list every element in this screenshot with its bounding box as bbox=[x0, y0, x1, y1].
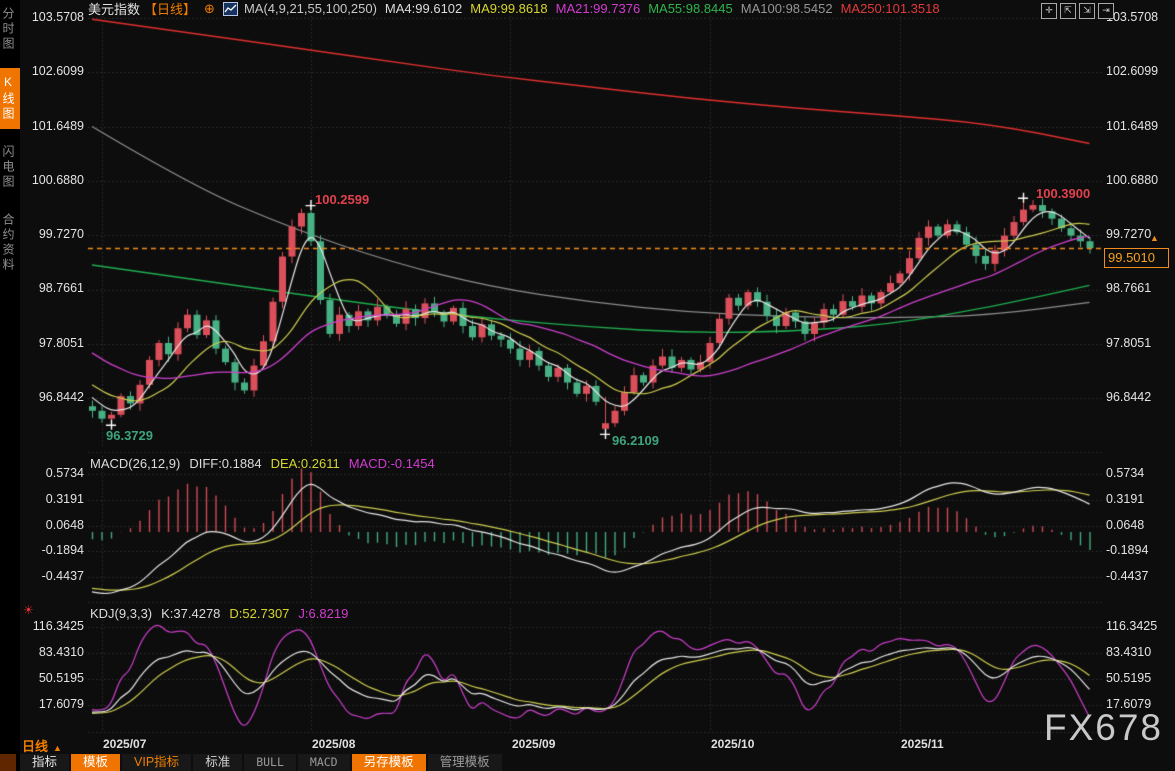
date-label: 2025/10 bbox=[711, 737, 755, 751]
ma250-value: MA250:101.3518 bbox=[840, 1, 940, 16]
chart-header: 美元指数 【日线】 ⊕ MA(4,9,21,55,100,250) MA4:99… bbox=[88, 1, 940, 18]
main-axis-label: 97.8051 bbox=[1106, 336, 1152, 350]
chart-type-icon[interactable] bbox=[222, 1, 238, 16]
main-axis-label: 98.7661 bbox=[38, 281, 84, 295]
kdj-j-value: J:6.8219 bbox=[298, 606, 349, 621]
ma-params: MA(4,9,21,55,100,250) bbox=[243, 1, 377, 16]
macd-axis-label: 0.3191 bbox=[1106, 492, 1145, 506]
kdj-title: KDJ(9,3,3) bbox=[90, 606, 153, 621]
scale-right-icon[interactable]: ⇲ bbox=[1079, 3, 1095, 19]
kdj-axis-label: 83.4310 bbox=[1106, 645, 1152, 659]
bull-button[interactable]: BULL bbox=[244, 754, 296, 771]
kdj-header: KDJ(9,3,3) K:37.4278 D:52.7307 J:6.8219 bbox=[90, 606, 348, 621]
standard-button[interactable]: 标准 bbox=[193, 754, 243, 771]
sidebar-item-lightning[interactable]: 闪电图 bbox=[0, 138, 20, 197]
main-axis-label: 98.7661 bbox=[1106, 281, 1152, 295]
main-axis-label: 97.8051 bbox=[38, 336, 84, 350]
macd-axis-label: 0.0648 bbox=[1106, 518, 1145, 532]
main-axis-label: 103.5708 bbox=[31, 10, 84, 24]
main-axis-label: 102.6099 bbox=[31, 64, 84, 78]
date-label: 2025/08 bbox=[312, 737, 356, 751]
macd-header: MACD(26,12,9) DIFF:0.1884 DEA:0.2611 MAC… bbox=[90, 456, 435, 471]
macd-diff-value: DIFF:0.1884 bbox=[189, 456, 262, 471]
vip-indicator-button[interactable]: VIP指标 bbox=[122, 754, 192, 771]
main-axis-label: 96.8442 bbox=[1106, 390, 1152, 404]
template-button[interactable]: 模板 bbox=[71, 754, 121, 771]
main-axis-label: 103.5708 bbox=[1106, 10, 1159, 24]
shift-right-icon[interactable]: ⇥ bbox=[1098, 3, 1114, 19]
scale-left-icon[interactable]: ⇱ bbox=[1060, 3, 1076, 19]
indicator-button[interactable]: 指标 bbox=[20, 754, 70, 771]
high-annotation: 100.2599 bbox=[315, 192, 370, 207]
main-axis-label: 100.6880 bbox=[31, 173, 84, 187]
fx678-watermark: FX678 bbox=[1044, 707, 1164, 748]
sidebar-item-kline[interactable]: K线图 bbox=[0, 68, 20, 129]
macd-axis-label: 0.0648 bbox=[45, 518, 84, 532]
macd-button[interactable]: MACD bbox=[297, 754, 350, 771]
period-label: 【日线】 bbox=[144, 2, 197, 17]
manage-template-button[interactable]: 管理模板 bbox=[427, 754, 502, 771]
macd-axis-label: -0.1894 bbox=[1106, 543, 1149, 557]
corner-marker bbox=[0, 754, 16, 771]
ma55-value: MA55:98.8445 bbox=[648, 1, 733, 16]
trading-app: 分时图 K线图 闪电图 合约资料 美元指数 【日线】 ⊕ MA(4,9,21,5… bbox=[0, 0, 1175, 771]
kdj-axis-label: 116.3425 bbox=[32, 619, 84, 633]
macd-axis-label: 0.3191 bbox=[45, 492, 84, 506]
bottom-toolbar: 指标 模板 VIP指标 标准 BULL MACD 另存模板 管理模板 bbox=[20, 754, 502, 771]
main-axis-label: 102.6099 bbox=[1106, 64, 1159, 78]
period-selector[interactable]: 日线 ▲ bbox=[22, 736, 62, 755]
layout-grid-icon[interactable]: ✛ bbox=[1041, 3, 1057, 19]
main-axis-label: 99.7270 bbox=[38, 227, 84, 241]
ma4-value: MA4:99.6102 bbox=[384, 1, 463, 16]
macd-axis-label: 0.5734 bbox=[45, 466, 84, 480]
main-axis-label: 96.8442 bbox=[38, 390, 84, 404]
high-annotation: 100.3900 bbox=[1036, 186, 1091, 201]
kdj-axis-label: 50.5195 bbox=[1106, 671, 1152, 685]
macd-axis-label: 0.5734 bbox=[1106, 466, 1145, 480]
macd-axis-label: -0.1894 bbox=[41, 543, 84, 557]
low-annotation: 96.2109 bbox=[612, 433, 659, 448]
sidebar-item-timeline[interactable]: 分时图 bbox=[0, 0, 20, 59]
macd-axis-label: -0.4437 bbox=[1106, 569, 1149, 583]
date-label: 2025/07 bbox=[103, 737, 147, 751]
sidebar: 分时图 K线图 闪电图 合约资料 bbox=[0, 0, 20, 771]
chart-tools: ✛ ⇱ ⇲ ⇥ bbox=[1041, 3, 1114, 19]
main-axis-label: 100.6880 bbox=[1106, 173, 1159, 187]
price-up-arrow-icon: ▲ bbox=[1150, 233, 1159, 243]
macd-axis-label: -0.4437 bbox=[41, 569, 84, 583]
kdj-axis-label: 83.4310 bbox=[38, 645, 84, 659]
kdj-axis-label: 50.5195 bbox=[38, 671, 84, 685]
main-axis-label: 101.6489 bbox=[1106, 119, 1159, 133]
macd-macd-value: MACD:-0.1454 bbox=[348, 456, 435, 471]
date-label: 2025/09 bbox=[512, 737, 556, 751]
kdj-axis-label: 116.3425 bbox=[1106, 619, 1158, 633]
last-price-tag: 99.5010 bbox=[1104, 248, 1169, 268]
chart-canvas[interactable] bbox=[0, 0, 1175, 771]
kdj-k-value: K:37.4278 bbox=[161, 606, 221, 621]
kdj-d-value: D:52.7307 bbox=[229, 606, 290, 621]
main-axis-label: 101.6489 bbox=[31, 119, 84, 133]
main-axis-label: 99.7270 bbox=[1106, 227, 1152, 241]
pane-marker-icon[interactable]: ☀ bbox=[23, 603, 34, 617]
date-label: 2025/11 bbox=[901, 737, 944, 751]
sidebar-item-contract-info[interactable]: 合约资料 bbox=[0, 206, 20, 280]
low-annotation: 96.3729 bbox=[106, 428, 153, 443]
period-arrow-icon: ▲ bbox=[53, 743, 62, 753]
symbol-title: 美元指数 bbox=[88, 2, 141, 17]
add-indicator-icon[interactable]: ⊕ bbox=[204, 1, 215, 17]
ma100-value: MA100:98.5452 bbox=[740, 1, 833, 16]
ma9-value: MA9:99.8618 bbox=[470, 1, 548, 16]
macd-title: MACD(26,12,9) bbox=[90, 456, 181, 471]
save-template-button[interactable]: 另存模板 bbox=[351, 754, 426, 771]
kdj-axis-label: 17.6079 bbox=[38, 697, 84, 711]
macd-dea-value: DEA:0.2611 bbox=[270, 456, 340, 471]
ma21-value: MA21:99.7376 bbox=[555, 1, 641, 16]
